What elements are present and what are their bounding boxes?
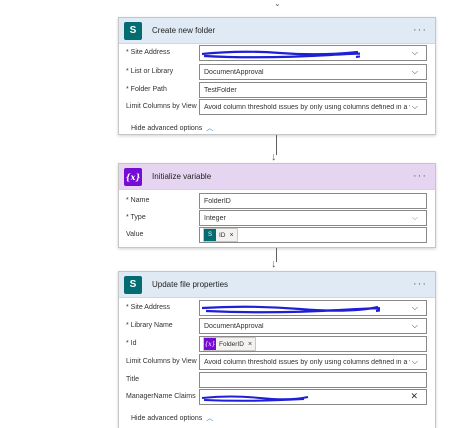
clear-icon[interactable]: ✕ (410, 391, 418, 402)
site-address-label: * Site Address (126, 304, 170, 311)
redaction-scribble (201, 305, 380, 314)
type-dropdown[interactable]: Integer ⌵ (199, 210, 427, 226)
value-input[interactable]: S ID × (199, 227, 427, 243)
id-token-label: ID (219, 231, 226, 239)
chevron-down-icon[interactable]: ⌵ (412, 213, 418, 223)
hide-advanced-options-label: Hide advanced options (131, 415, 203, 422)
limit-columns-label: Limit Columns by View (126, 103, 197, 110)
create-new-folder-header[interactable]: S Create new folder ··· (119, 18, 435, 44)
chevron-down-icon[interactable]: ⌵ (412, 67, 418, 77)
remove-token-icon[interactable]: × (230, 232, 234, 239)
limit-columns-dropdown[interactable]: Avoid column threshold issues by only us… (199, 99, 427, 115)
limit-columns-row: Limit Columns by View Avoid column thres… (119, 354, 435, 371)
chevron-down-icon[interactable]: ⌵ (412, 303, 418, 313)
library-name-label: * Library Name (126, 322, 173, 329)
title-label: Title (126, 376, 139, 383)
hide-advanced-options-button[interactable]: Hide advanced options ︿ (131, 413, 213, 423)
collapsed-chevron-icon: ⌄ (274, 0, 281, 8)
more-options-button[interactable]: ··· (413, 25, 427, 36)
list-library-label: * List or Library (126, 68, 174, 75)
chevron-down-icon[interactable]: ⌵ (412, 321, 418, 331)
folderid-token-label: FolderID (219, 340, 244, 348)
chevron-down-icon[interactable]: ⌵ (412, 48, 418, 58)
title-input[interactable] (199, 372, 427, 388)
limit-columns-label: Limit Columns by View (126, 358, 197, 365)
folder-path-label: * Folder Path (126, 86, 167, 93)
id-label: * Id (126, 340, 137, 347)
limit-columns-row: Limit Columns by View Avoid column thres… (119, 99, 435, 116)
type-row: * Type Integer ⌵ (119, 210, 435, 227)
card-title: Initialize variable (152, 172, 212, 181)
site-address-label: * Site Address (126, 49, 170, 56)
site-address-row: * Site Address ⌵ (119, 45, 435, 62)
site-address-dropdown[interactable]: ⌵ (199, 45, 427, 61)
library-name-dropdown[interactable]: DocumentApproval ⌵ (199, 318, 427, 334)
limit-columns-dropdown[interactable]: Avoid column threshold issues by only us… (199, 354, 427, 370)
type-label: * Type (126, 214, 146, 221)
title-row: Title (119, 372, 435, 389)
limit-columns-value: Avoid column threshold issues by only us… (204, 358, 410, 366)
name-row: * Name FolderID (119, 193, 435, 210)
site-address-row: * Site Address ⌵ (119, 300, 435, 317)
more-options-button[interactable]: ··· (413, 171, 427, 182)
sharepoint-icon: S (124, 21, 142, 40)
name-input[interactable]: FolderID (199, 193, 427, 209)
library-name-value: DocumentApproval (204, 322, 264, 330)
id-input[interactable]: {x} FolderID × (199, 336, 427, 352)
folderid-token[interactable]: {x} FolderID × (203, 337, 257, 351)
name-label: * Name (126, 197, 150, 204)
id-token[interactable]: S ID × (203, 228, 238, 242)
update-file-properties-card: S Update file properties ··· * Site Addr… (118, 271, 436, 428)
chevron-up-icon: ︿ (206, 125, 214, 132)
manager-claims-input[interactable]: ✕ (199, 389, 427, 405)
update-file-properties-header[interactable]: S Update file properties ··· (119, 272, 435, 298)
manager-claims-label: ManagerName Claims (126, 393, 196, 400)
sharepoint-icon: S (204, 229, 216, 241)
remove-token-icon[interactable]: × (248, 341, 252, 348)
hide-advanced-options-label: Hide advanced options (131, 125, 203, 132)
type-value: Integer (204, 214, 226, 222)
id-row: * Id {x} FolderID × (119, 336, 435, 353)
variable-icon: {x} (124, 167, 142, 186)
name-value: FolderID (204, 197, 231, 205)
sharepoint-icon: S (124, 275, 142, 294)
variable-icon: {x} (204, 338, 216, 350)
redaction-scribble (201, 50, 360, 59)
card-title: Update file properties (152, 280, 229, 289)
value-row: Value S ID × (119, 227, 435, 244)
list-library-value: DocumentApproval (204, 68, 264, 76)
folder-path-row: * Folder Path TestFolder (119, 82, 435, 99)
folder-path-input[interactable]: TestFolder (199, 82, 427, 98)
arrow-down-icon: ↓ (271, 258, 277, 270)
chevron-up-icon: ︿ (206, 415, 214, 422)
arrow-down-icon: ↓ (271, 151, 277, 163)
folder-path-value: TestFolder (204, 86, 237, 94)
initialize-variable-card: {x} Initialize variable ··· * Name Folde… (118, 163, 436, 248)
library-name-row: * Library Name DocumentApproval ⌵ (119, 318, 435, 335)
limit-columns-value: Avoid column threshold issues by only us… (204, 103, 410, 111)
create-new-folder-card: S Create new folder ··· * Site Address ⌵… (118, 17, 436, 135)
manager-claims-row: ManagerName Claims ✕ (119, 389, 435, 406)
card-title: Create new folder (152, 26, 216, 35)
more-options-button[interactable]: ··· (413, 279, 427, 290)
list-library-dropdown[interactable]: DocumentApproval ⌵ (199, 64, 427, 80)
site-address-dropdown[interactable]: ⌵ (199, 300, 427, 316)
hide-advanced-options-button[interactable]: Hide advanced options ︿ (131, 123, 213, 133)
value-label: Value (126, 231, 144, 238)
chevron-down-icon[interactable]: ⌵ (412, 357, 418, 367)
initialize-variable-header[interactable]: {x} Initialize variable ··· (119, 164, 435, 190)
chevron-down-icon[interactable]: ⌵ (412, 102, 418, 112)
redaction-scribble (201, 395, 309, 402)
list-library-row: * List or Library DocumentApproval ⌵ (119, 64, 435, 81)
